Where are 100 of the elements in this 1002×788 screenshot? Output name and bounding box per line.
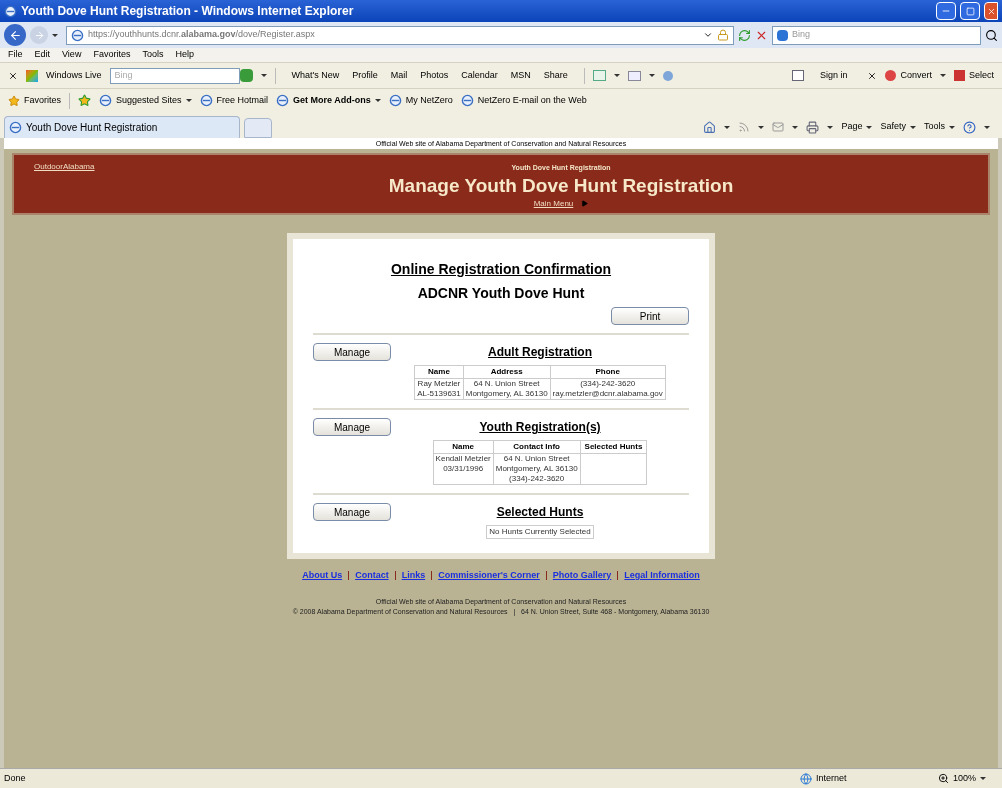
toolbar-link[interactable]: What's New bbox=[291, 68, 340, 83]
card-title: Online Registration Confirmation bbox=[389, 260, 613, 279]
close-button[interactable] bbox=[984, 2, 998, 20]
footer-link[interactable]: Links bbox=[401, 569, 426, 583]
toolbar-link[interactable]: MSN bbox=[510, 68, 531, 83]
page-title: Manage Youth Dove Hunt Registration bbox=[388, 173, 734, 198]
caret-icon bbox=[980, 777, 987, 780]
footer-link[interactable]: Commissioner's Corner bbox=[438, 569, 540, 583]
caret-icon bbox=[949, 125, 955, 129]
manage-button[interactable]: Manage bbox=[313, 343, 391, 361]
column-header: Name bbox=[414, 365, 464, 379]
favorite-link[interactable]: Get More Add-ons bbox=[276, 93, 381, 108]
section-heading: Selected Hunts bbox=[496, 504, 584, 521]
caret-icon bbox=[758, 125, 765, 129]
table-cell: (334)-242-3620 ray.metzler@dcnr.alabama.gov bbox=[550, 378, 666, 400]
url-text: https://youthhunts.dcnr.alabama.gov/dove/Register.aspx bbox=[88, 28, 315, 42]
favorite-link[interactable]: Free Hotmail bbox=[199, 93, 269, 108]
caret-icon bbox=[185, 99, 192, 102]
favorite-link[interactable]: Suggested Sites bbox=[99, 93, 192, 108]
toolbar-link[interactable]: Mail bbox=[390, 68, 408, 83]
maximize-icon bbox=[965, 6, 975, 16]
browser-tab[interactable]: Youth Dove Hunt Registration bbox=[4, 116, 240, 138]
page-icon bbox=[71, 28, 84, 42]
page-icon bbox=[276, 94, 290, 107]
zoom-level[interactable]: 100% bbox=[938, 771, 998, 786]
page-icon bbox=[4, 4, 17, 18]
caret-icon bbox=[984, 125, 990, 129]
command-menu[interactable]: Safety bbox=[880, 120, 916, 134]
search-icon[interactable] bbox=[985, 28, 998, 42]
dropdown-icon bbox=[703, 30, 713, 40]
table-cell: 64 N. Union Street Montgomery, AL 36130 (334)-242-3620 bbox=[493, 453, 581, 485]
back-button[interactable] bbox=[4, 24, 26, 46]
favorite-link[interactable]: My NetZero bbox=[388, 93, 453, 108]
toolbar-link[interactable]: Share bbox=[543, 68, 568, 83]
column-header: Contact Info bbox=[493, 440, 581, 454]
window-title: Youth Dove Hunt Registration - Windows Internet Explorer bbox=[21, 3, 355, 20]
caret-icon bbox=[827, 125, 834, 129]
menu-item[interactable]: Favorites bbox=[93, 48, 131, 62]
print-icon[interactable] bbox=[806, 120, 820, 134]
page-icon bbox=[9, 121, 22, 134]
page-icon bbox=[99, 94, 112, 107]
page-icon bbox=[460, 94, 474, 107]
caret-icon bbox=[724, 125, 731, 129]
manage-button[interactable]: Manage bbox=[313, 418, 391, 436]
footer-link[interactable]: About Us bbox=[302, 569, 343, 583]
menu-item[interactable]: Edit bbox=[34, 48, 51, 62]
close-icon[interactable] bbox=[867, 70, 878, 81]
status-text: Done bbox=[4, 771, 27, 785]
toolbar-link[interactable]: Profile bbox=[352, 68, 378, 83]
outdoor-alabama-link[interactable]: OutdoorAlabama bbox=[34, 161, 95, 173]
column-header: Name bbox=[433, 440, 494, 454]
favorites-button[interactable]: Favorites bbox=[8, 93, 61, 108]
table-cell: Ray Metzler AL-5139631 bbox=[414, 378, 464, 400]
checkbox-icon[interactable] bbox=[791, 70, 804, 81]
footer-link[interactable]: Contact bbox=[355, 569, 389, 583]
caret-icon bbox=[866, 125, 873, 129]
maximize-button[interactable] bbox=[960, 2, 980, 20]
select-button[interactable]: Select bbox=[954, 68, 994, 83]
refresh-icon[interactable] bbox=[738, 28, 751, 42]
menu-item[interactable]: File bbox=[8, 48, 23, 62]
table-cell bbox=[580, 453, 647, 485]
section-heading: Adult Registration bbox=[488, 344, 592, 361]
toolbar-link[interactable]: Photos bbox=[420, 68, 449, 83]
favorite-link[interactable]: NetZero E-mail on the Web bbox=[460, 93, 587, 108]
menu-item[interactable]: Help bbox=[175, 48, 194, 62]
add-favorite-icon[interactable] bbox=[78, 94, 91, 107]
search-placeholder: Bing bbox=[792, 28, 810, 42]
section-heading: Youth Registration(s) bbox=[479, 419, 601, 436]
convert-button[interactable]: Convert bbox=[885, 68, 932, 83]
column-header: Phone bbox=[550, 365, 666, 379]
close-icon bbox=[986, 6, 996, 16]
print-button[interactable]: Print bbox=[611, 307, 689, 325]
back-arrow-icon bbox=[8, 28, 22, 42]
minimize-button[interactable] bbox=[936, 2, 956, 20]
address-field[interactable]: https://youthhunts.dcnr.alabama.gov/dove/Register.aspx bbox=[66, 25, 734, 45]
empty-message: No Hunts Currently Selected bbox=[486, 525, 594, 539]
help-icon[interactable] bbox=[963, 120, 976, 134]
caret-icon bbox=[940, 74, 946, 77]
caret-icon bbox=[792, 125, 799, 129]
home-icon[interactable] bbox=[703, 120, 717, 134]
column-header: Address bbox=[463, 365, 551, 379]
close-toolbar-icon[interactable] bbox=[8, 70, 18, 81]
menu-item[interactable]: View bbox=[62, 48, 82, 62]
lock-icon bbox=[717, 29, 729, 41]
toolbar-link[interactable]: Calendar bbox=[461, 68, 498, 83]
caret-icon bbox=[260, 74, 267, 77]
command-menu[interactable]: Tools bbox=[924, 120, 955, 134]
menu-item[interactable]: Tools bbox=[142, 48, 164, 62]
column-header: Selected Hunts bbox=[580, 440, 647, 454]
main-menu-link[interactable]: Main Menu bbox=[533, 197, 574, 210]
caret-icon bbox=[648, 74, 655, 77]
footer-link[interactable]: Photo Gallery bbox=[552, 569, 612, 583]
sign-in-link[interactable]: Sign in bbox=[819, 68, 848, 83]
caret-icon bbox=[374, 99, 381, 102]
card-subtitle: ADCNR Youth Dove Hunt bbox=[416, 284, 586, 303]
security-zone: Internet bbox=[800, 771, 930, 786]
zoom-icon bbox=[938, 773, 949, 784]
footer-link[interactable]: Legal Information bbox=[624, 569, 700, 583]
command-menu[interactable]: Page bbox=[841, 120, 873, 134]
manage-button[interactable]: Manage bbox=[313, 503, 391, 521]
